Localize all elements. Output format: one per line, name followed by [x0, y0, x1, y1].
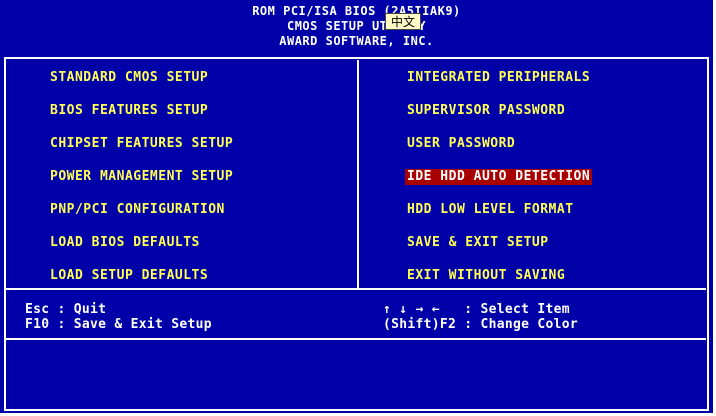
header-line-2: CMOS SETUP UTILITY [286, 19, 427, 33]
menu-item-chipset-features-setup[interactable]: CHIPSET FEATURES SETUP [48, 136, 235, 152]
bios-header: ROM PCI/ISA BIOS (2A5IIAK9) CMOS SETUP U… [0, 4, 713, 49]
menu-item-save-exit-setup[interactable]: SAVE & EXIT SETUP [405, 235, 551, 251]
help-status-divider [6, 338, 706, 340]
menu-item-pnp-pci-configuration[interactable]: PNP/PCI CONFIGURATION [48, 202, 227, 218]
bios-screen: ROM PCI/ISA BIOS (2A5IIAK9) CMOS SETUP U… [0, 0, 713, 413]
status-area [8, 342, 705, 406]
header-line-3: AWARD SOFTWARE, INC. [279, 34, 434, 48]
help-esc-quit: Esc : Quit [25, 302, 107, 317]
menu-item-user-password[interactable]: USER PASSWORD [405, 136, 517, 152]
menu-help-divider [6, 288, 706, 290]
menu-item-hdd-low-level-format[interactable]: HDD LOW LEVEL FORMAT [405, 202, 576, 218]
menu-item-supervisor-password[interactable]: SUPERVISOR PASSWORD [405, 103, 567, 119]
menu-item-integrated-peripherals[interactable]: INTEGRATED PERIPHERALS [405, 70, 592, 86]
menu-column-divider [357, 60, 359, 288]
menu-item-ide-hdd-auto-detection[interactable]: IDE HDD AUTO DETECTION [405, 169, 593, 185]
menu-item-exit-without-saving[interactable]: EXIT WITHOUT SAVING [405, 268, 567, 284]
menu-item-bios-features-setup[interactable]: BIOS FEATURES SETUP [48, 103, 210, 119]
menu-item-load-setup-defaults[interactable]: LOAD SETUP DEFAULTS [48, 268, 210, 284]
help-f10-save-exit: F10 : Save & Exit Setup [25, 317, 212, 332]
ime-indicator: 中文 [385, 13, 421, 30]
menu-item-power-management-setup[interactable]: POWER MANAGEMENT SETUP [48, 169, 235, 185]
menu-item-load-bios-defaults[interactable]: LOAD BIOS DEFAULTS [48, 235, 202, 251]
help-select-item: ↑ ↓ → ← : Select Item [383, 302, 570, 317]
help-change-color: (Shift)F2 : Change Color [383, 317, 579, 332]
menu-item-standard-cmos-setup[interactable]: STANDARD CMOS SETUP [48, 70, 210, 86]
header-line-1: ROM PCI/ISA BIOS (2A5IIAK9) [252, 4, 461, 18]
